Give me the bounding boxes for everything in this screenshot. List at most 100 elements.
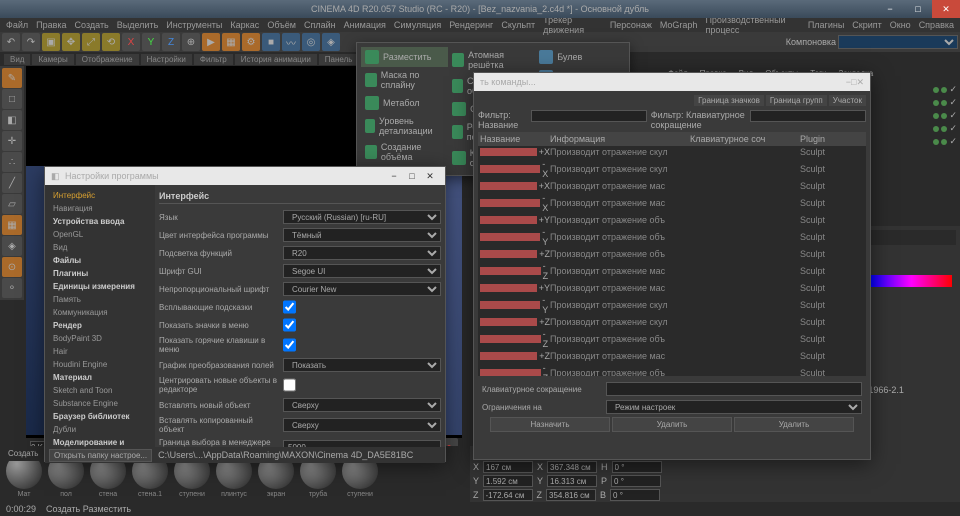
rot-h[interactable] [612,461,662,473]
view-tab[interactable]: Камеры [32,54,73,65]
cmd-tab[interactable]: Участок [829,95,866,106]
pref-checkbox[interactable] [283,300,296,314]
axis-x-icon[interactable]: X [122,33,140,51]
pref-field[interactable]: Тёмный [283,228,441,242]
menu-MoGraph[interactable]: MoGraph [660,20,698,30]
scale-icon[interactable]: ⤢ [82,33,100,51]
pref-category[interactable]: Hair [49,345,151,358]
pref-category[interactable]: Навигация [49,202,151,215]
command-row[interactable]: +XПроизводит отражение масSculpt [478,180,866,192]
menu-Персонаж[interactable]: Персонаж [610,20,652,30]
command-row[interactable]: -YПроизводит отражение объSculpt [478,226,866,248]
pref-category[interactable]: BodyPaint 3D [49,332,151,345]
command-row[interactable]: -ZПроизводит отражение объSculpt [478,328,866,350]
object-mode-icon[interactable]: ◧ [2,110,22,130]
open-folder-button[interactable]: Открыть папку настрое... [49,449,152,462]
snap-icon[interactable]: ⊙ [2,257,22,277]
ctx-item[interactable]: Метабол [361,93,448,113]
pref-category[interactable]: Интерфейс [49,189,151,202]
axis-mode-icon[interactable]: ✛ [2,131,22,151]
pos-x[interactable] [483,461,533,473]
ctx-item[interactable]: Уровень детализации [361,113,448,139]
redo-icon[interactable]: ↷ [22,33,40,51]
menu-Симуляция[interactable]: Симуляция [394,20,441,30]
dlg-min-icon[interactable]: − [385,169,403,183]
pref-field[interactable]: Сверху [283,418,441,432]
pref-field[interactable]: Показать [283,358,441,372]
pref-category[interactable]: Рендер [49,319,151,332]
render-region-icon[interactable]: ▦ [222,33,240,51]
ctx-item[interactable]: Разместить [361,47,448,67]
menu-Окно[interactable]: Окно [890,20,911,30]
pref-category[interactable]: Коммуникация [49,306,151,319]
pref-category[interactable]: Единицы измерения [49,280,151,293]
filter-shortcut-input[interactable] [750,110,866,122]
view-tab[interactable]: Настройки [141,54,192,65]
pref-field[interactable]: R20 [283,246,441,260]
cmd-tab[interactable]: Граница значков [694,95,764,106]
preferences-titlebar[interactable]: ◧ Настройки программы −□✕ [45,167,445,185]
pref-category[interactable]: Моделирование и Скульпт [49,436,151,447]
command-row[interactable]: -XПроизводит отражение масSculpt [478,192,866,214]
pref-category[interactable]: Устройства ввода [49,215,151,228]
restrict-select[interactable]: Режим настроек [606,400,862,414]
pref-checkbox[interactable] [283,378,296,392]
menu-Трекер движения[interactable]: Трекер движения [543,15,602,35]
size-y[interactable] [547,475,597,487]
model-mode-icon[interactable]: □ [2,89,22,109]
pref-checkbox[interactable] [283,338,296,352]
render-settings-icon[interactable]: ⚙ [242,33,260,51]
command-row[interactable]: -ZПроизводит отражение масSculpt [478,260,866,282]
pref-field[interactable] [283,440,441,447]
undo-icon[interactable]: ↶ [2,33,20,51]
pref-category[interactable]: Substance Engine [49,397,151,410]
menu-Плагины[interactable]: Плагины [808,20,844,30]
snap-settings-icon[interactable]: ⚬ [2,278,22,298]
command-row[interactable]: +YПроизводит отражение масSculpt [478,282,866,294]
view-tab[interactable]: История анимации [235,54,317,65]
menu-Сплайн[interactable]: Сплайн [304,20,336,30]
view-tab[interactable]: Фильтр [194,54,233,65]
shortcut-input[interactable] [606,382,862,396]
menu-Инструменты[interactable]: Инструменты [166,20,222,30]
menu-Выделить[interactable]: Выделить [117,20,159,30]
texture-mode-icon[interactable]: ▦ [2,215,22,235]
preferences-sidebar[interactable]: ИнтерфейсНавигацияУстройства вводаOpenGL… [45,185,155,447]
pref-category[interactable]: Плагины [49,267,151,280]
mat-tab[interactable]: Создать [4,448,42,459]
pref-field[interactable]: Русский (Russian) [ru-RU] [283,210,441,224]
pref-field[interactable]: Courier New [283,282,441,296]
cmd-action-button[interactable]: Удалить [612,417,732,432]
minimize-button[interactable]: − [876,0,904,18]
menu-Анимация[interactable]: Анимация [344,20,386,30]
pos-y[interactable] [483,475,533,487]
pref-category[interactable]: Дубли [49,423,151,436]
cmd-titlebar[interactable]: ть команды... −□✕ [474,73,870,91]
pref-category[interactable]: Память [49,293,151,306]
rotate-icon[interactable]: ⟲ [102,33,120,51]
pref-category[interactable]: Вид [49,241,151,254]
pref-checkbox[interactable] [283,318,296,332]
pref-category[interactable]: Houdini Engine [49,358,151,371]
workplane-icon[interactable]: ◈ [2,236,22,256]
menu-Рендеринг[interactable]: Рендеринг [449,20,493,30]
cmd-action-button[interactable]: Назначить [490,417,610,432]
view-tab[interactable]: Отображение [76,54,139,65]
edge-mode-icon[interactable]: ╱ [2,173,22,193]
layout-select[interactable] [838,35,958,49]
rot-p[interactable] [611,475,661,487]
pref-category[interactable]: OpenGL [49,228,151,241]
menu-Объём[interactable]: Объём [267,20,296,30]
select-icon[interactable]: ▣ [42,33,60,51]
generator-icon[interactable]: ◎ [302,33,320,51]
ctx-item[interactable]: Булев [535,47,614,67]
ctx-item[interactable]: Создание объёма [361,139,448,165]
maximize-button[interactable]: □ [904,0,932,18]
cmd-close-icon[interactable]: ✕ [856,77,864,88]
spline-icon[interactable]: 〰 [282,33,300,51]
world-icon[interactable]: ⊕ [182,33,200,51]
filter-name-input[interactable] [531,110,647,122]
ctx-item[interactable]: Маска по сплайну [361,67,448,93]
menu-Правка[interactable]: Правка [36,20,66,30]
dlg-close-icon[interactable]: ✕ [421,169,439,183]
